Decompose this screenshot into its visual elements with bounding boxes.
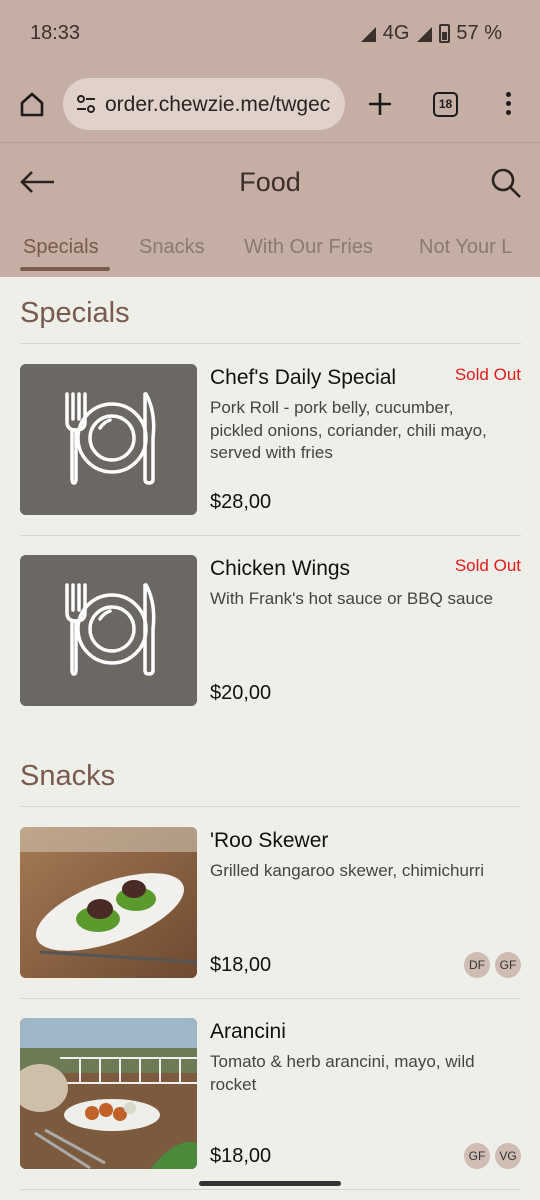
battery-icon xyxy=(439,24,451,43)
item-description: Grilled kangaroo skewer, chimichurri xyxy=(210,861,484,880)
item-divider xyxy=(20,1189,521,1190)
roaming-signal-icon xyxy=(360,26,376,42)
dietary-badge: VG xyxy=(495,1143,521,1169)
gesture-bar[interactable] xyxy=(199,1181,341,1186)
section-title-snacks: Snacks xyxy=(20,760,116,792)
menu-item[interactable]: Chef's Daily Special Sold Out Pork Roll … xyxy=(20,364,521,516)
menu-item[interactable]: Arancini Tomato & herb arancini, mayo, w… xyxy=(20,1018,521,1170)
app-bar: Food xyxy=(0,143,540,223)
site-settings-icon[interactable] xyxy=(75,93,97,115)
sold-out-label: Sold Out xyxy=(454,556,521,575)
item-name: 'Roo Skewer xyxy=(210,829,329,852)
item-divider xyxy=(20,998,521,999)
section-divider xyxy=(20,806,521,807)
dietary-badges: GF VG xyxy=(464,1143,521,1169)
item-description: Tomato & herb arancini, mayo, wild rocke… xyxy=(210,1052,475,1094)
item-divider xyxy=(20,535,521,536)
tab-specials[interactable]: Specials xyxy=(23,236,99,259)
network-type: 4G xyxy=(382,22,410,44)
new-tab-icon[interactable] xyxy=(366,90,394,118)
status-time: 18:33 xyxy=(30,22,81,44)
url-text: order.chewzie.me/twgec xyxy=(105,93,331,116)
tab-with-our-fries[interactable]: With Our Fries xyxy=(244,236,373,259)
item-name: Chef's Daily Special xyxy=(210,366,397,389)
menu-item[interactable]: Chicken Wings Sold Out With Frank's hot … xyxy=(20,555,521,707)
browser-toolbar: order.chewzie.me/twgec 18 xyxy=(0,78,540,134)
home-icon[interactable] xyxy=(18,90,46,118)
tab-switcher-button[interactable]: 18 xyxy=(433,92,458,117)
item-price: $20,00 xyxy=(210,682,272,704)
status-icons: 4G 57 % xyxy=(359,22,502,45)
item-description: Pork Roll - pork belly, cucumber, pickle… xyxy=(210,398,487,462)
item-name: Chicken Wings xyxy=(210,557,351,580)
page-title: Food xyxy=(239,167,301,197)
dietary-badge: GF xyxy=(464,1143,490,1169)
item-name: Arancini xyxy=(210,1020,286,1043)
top-bar: 18:33 4G 57 % order.chewzie.me/twgec 18 xyxy=(0,0,540,277)
item-price: $18,00 xyxy=(210,1145,272,1167)
status-bar: 18:33 4G 57 % xyxy=(0,0,540,70)
signal-icon xyxy=(417,26,433,42)
roo-skewer-photo xyxy=(20,827,197,978)
active-tab-indicator xyxy=(20,267,110,271)
section-divider xyxy=(20,343,521,344)
dietary-badges: DF GF xyxy=(464,952,521,978)
item-price: $18,00 xyxy=(210,954,272,976)
placeholder-plate-icon xyxy=(20,555,197,706)
arancini-photo xyxy=(20,1018,197,1169)
dietary-badge: GF xyxy=(495,952,521,978)
tab-snacks[interactable]: Snacks xyxy=(139,236,205,259)
dietary-badge: DF xyxy=(464,952,490,978)
address-bar[interactable]: order.chewzie.me/twgec xyxy=(63,78,345,130)
tab-not-your[interactable]: Not Your L xyxy=(419,236,512,259)
section-title-specials: Specials xyxy=(20,297,130,329)
category-tabs: Specials Snacks With Our Fries Not Your … xyxy=(0,225,540,277)
search-icon[interactable] xyxy=(490,167,522,199)
more-options-icon[interactable] xyxy=(504,92,512,116)
item-description: With Frank's hot sauce or BBQ sauce xyxy=(210,589,493,608)
placeholder-plate-icon xyxy=(20,364,197,515)
menu-item[interactable]: 'Roo Skewer Grilled kangaroo skewer, chi… xyxy=(20,827,521,979)
sold-out-label: Sold Out xyxy=(454,365,521,384)
battery-level: 57 % xyxy=(456,22,502,44)
item-price: $28,00 xyxy=(210,491,272,513)
